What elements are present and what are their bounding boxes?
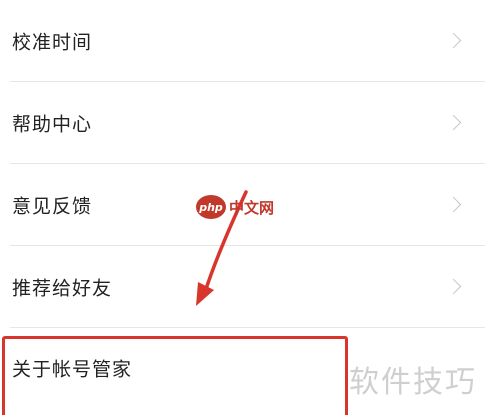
menu-item-recommend-friend[interactable]: 推荐给好友: [0, 246, 485, 328]
chevron-right-icon: [445, 278, 462, 295]
chevron-right-icon: [445, 114, 462, 131]
chevron-right-icon: [445, 196, 462, 213]
menu-item-label: 意见反馈: [12, 195, 93, 218]
menu-item-label: 推荐给好友: [12, 277, 113, 300]
corner-watermark: 软件技巧: [349, 365, 477, 400]
watermark-logo-text: 中文网: [229, 198, 275, 217]
menu-item-label: 帮助中心: [12, 113, 93, 136]
menu-item-label: 校准时间: [12, 31, 93, 54]
menu-item-help-center[interactable]: 帮助中心: [0, 82, 485, 164]
settings-screen: 校准时间 帮助中心 意见反馈 推荐给好友 关于帐号管家 php 中文网 软件技巧: [0, 0, 485, 415]
php-logo-icon: php: [196, 195, 226, 219]
menu-item-calibrate-time[interactable]: 校准时间: [0, 0, 485, 82]
chevron-right-icon: [445, 32, 462, 49]
php-cn-watermark: php 中文网: [196, 195, 274, 219]
menu-item-label: 关于帐号管家: [12, 358, 133, 381]
